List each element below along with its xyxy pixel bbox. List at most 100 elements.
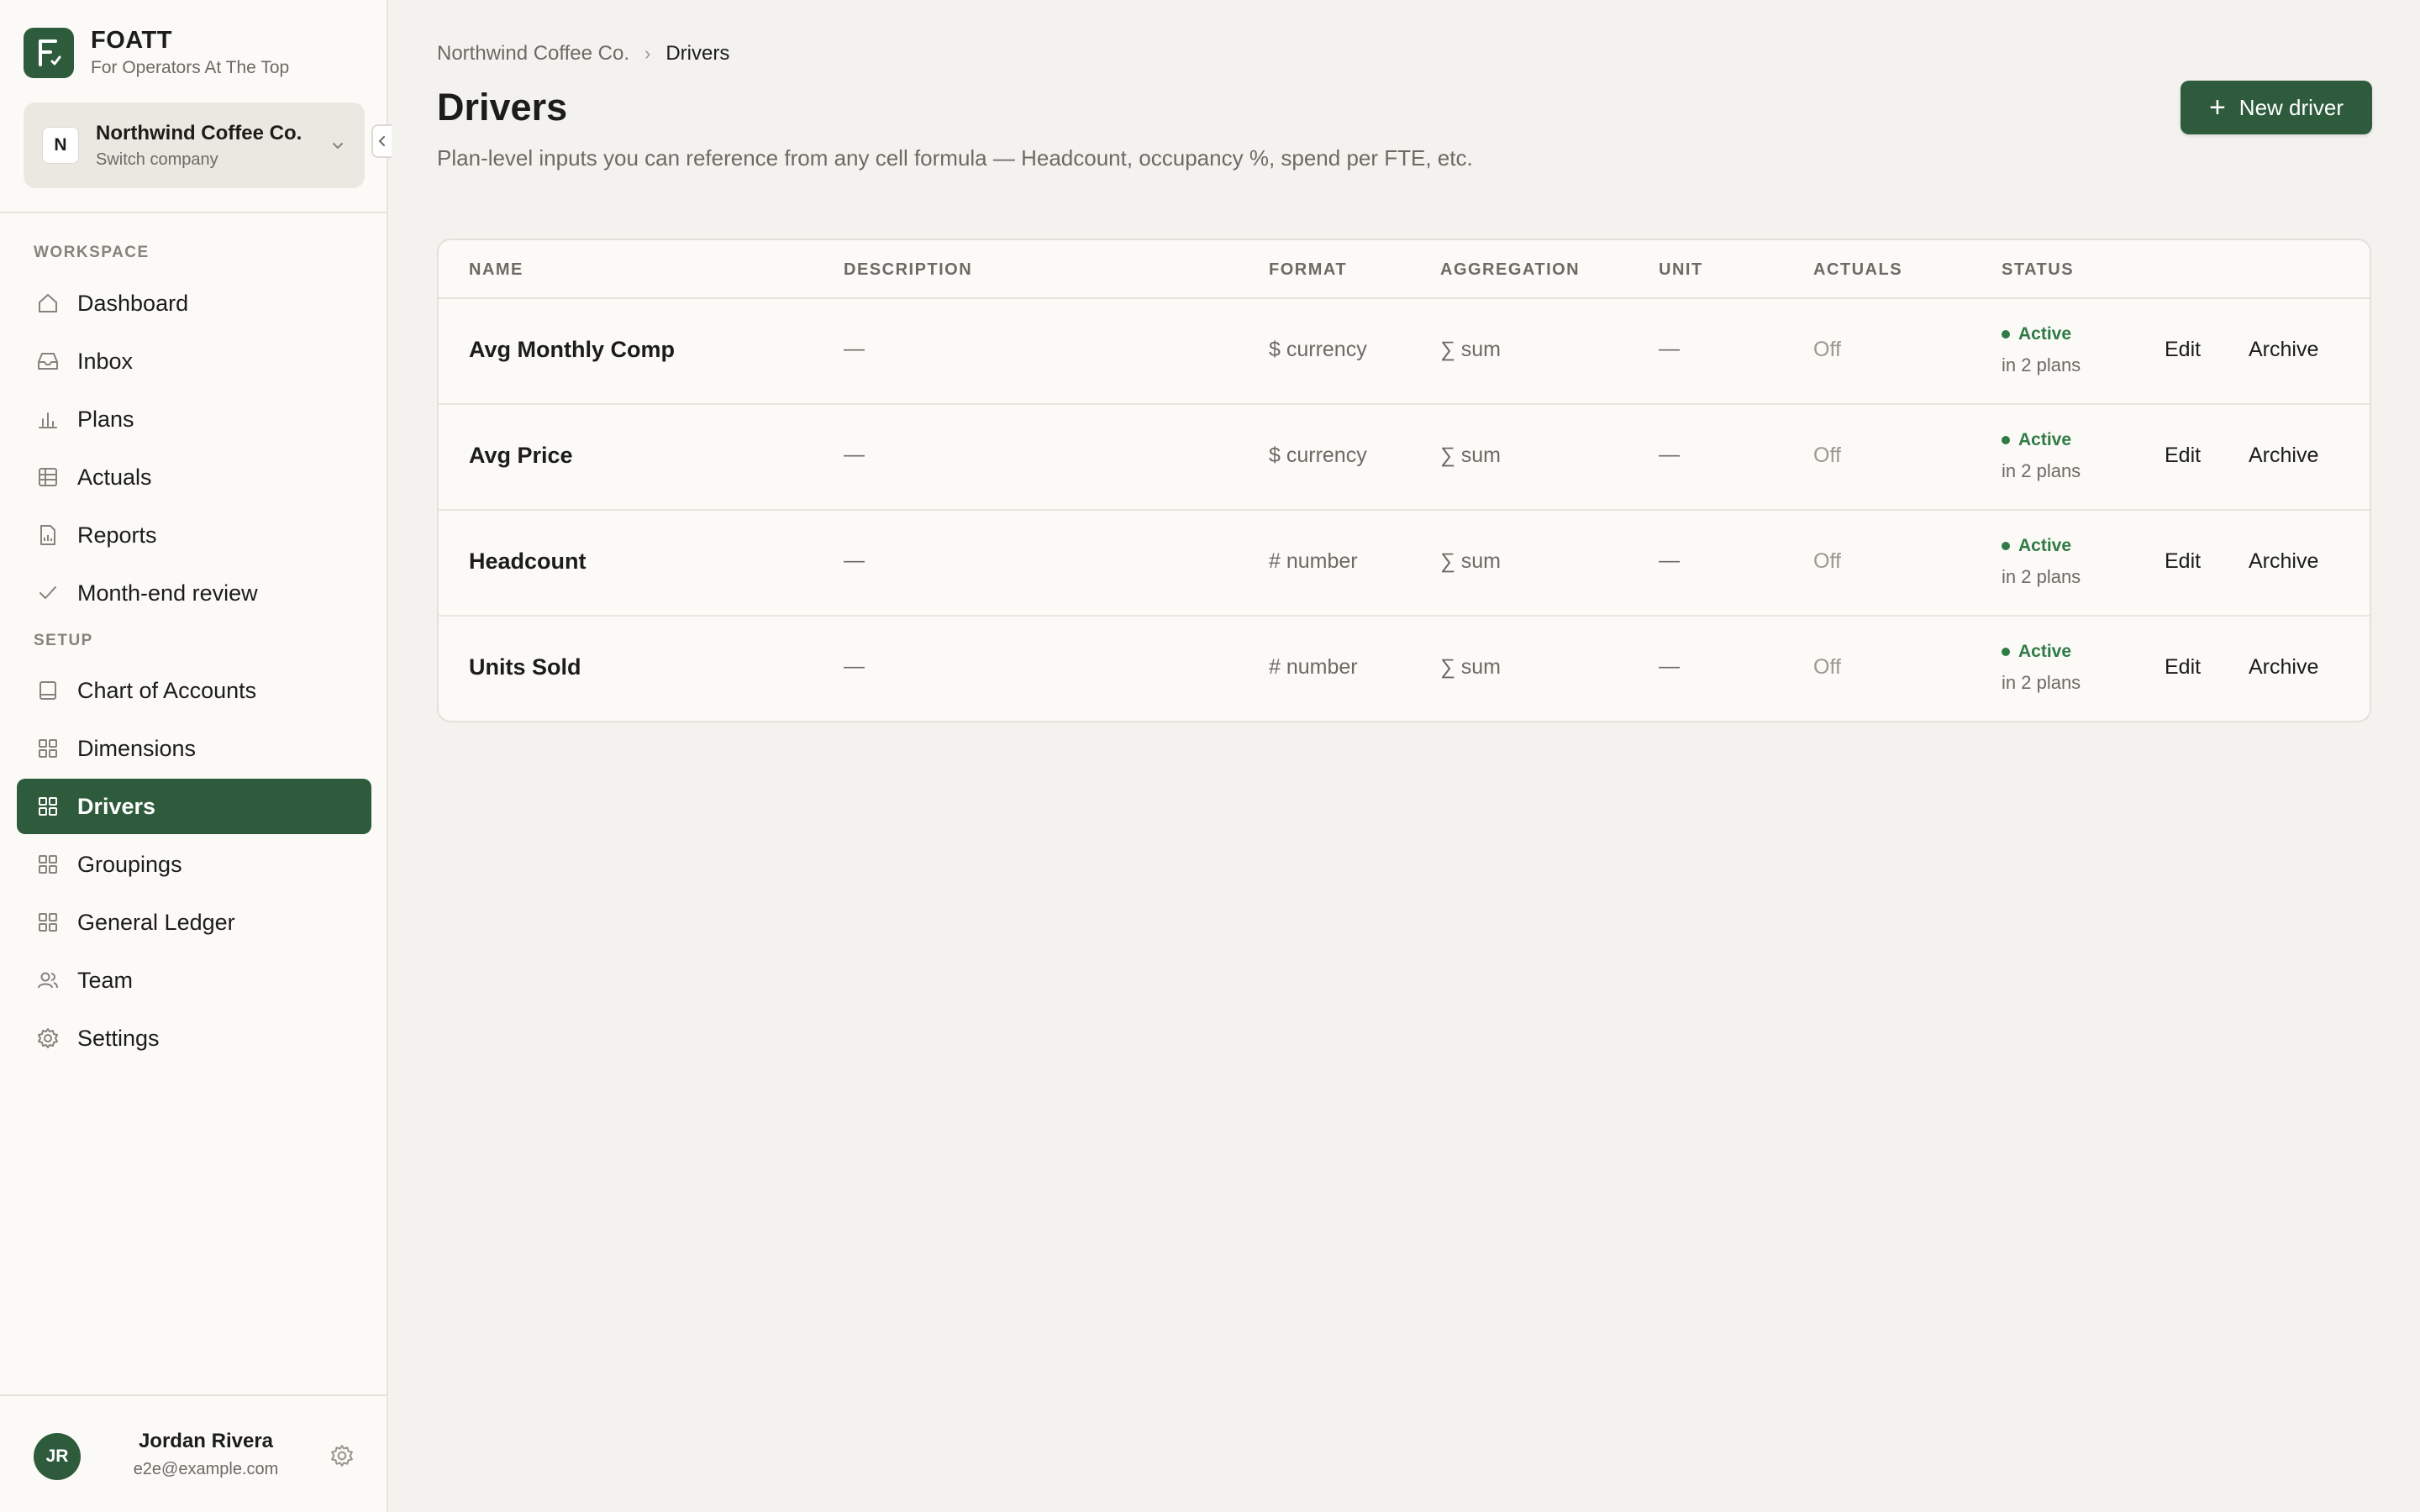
page-description: Plan-level inputs you can reference from… <box>437 145 1473 171</box>
driver-description: — <box>844 654 865 678</box>
new-driver-button[interactable]: + New driver <box>2181 81 2372 134</box>
nav-item-actuals[interactable]: Actuals <box>17 449 371 505</box>
status-plan-count: in 2 plans <box>2002 460 2081 481</box>
driver-unit: — <box>1659 443 1680 466</box>
column-header-aggregation: AGGREGATION <box>1440 260 1581 279</box>
brand-tagline: For Operators At The Top <box>91 58 290 77</box>
nav-item-general-ledger[interactable]: General Ledger <box>17 895 371 950</box>
bar-chart-icon <box>35 407 60 432</box>
nav-label-plans: Plans <box>77 406 134 432</box>
archive-button[interactable]: Archive <box>2249 655 2318 680</box>
driver-format: # number <box>1269 655 1358 679</box>
drivers-table: NAME DESCRIPTION FORMAT AGGREGATION UNIT… <box>437 239 2371 722</box>
status-dot-icon <box>2002 330 2010 339</box>
nav-label-month-end-review: Month-end review <box>77 580 258 606</box>
status-badge: Active in 2 plans <box>2002 324 2081 376</box>
report-icon <box>35 522 60 548</box>
nav-item-groupings[interactable]: Groupings <box>17 837 371 892</box>
breadcrumb-separator: › <box>644 43 651 64</box>
company-name: Northwind Coffee Co. <box>96 121 302 144</box>
driver-description: — <box>844 549 865 572</box>
driver-actuals: Off <box>1813 655 1841 679</box>
avatar[interactable]: JR <box>34 1433 81 1480</box>
driver-actuals: Off <box>1813 338 1841 361</box>
edit-button[interactable]: Edit <box>2165 338 2201 362</box>
brand-logo-icon <box>24 27 74 78</box>
nav-item-dashboard[interactable]: Dashboard <box>17 276 371 331</box>
user-name: Jordan Rivera <box>138 1430 274 1452</box>
edit-button[interactable]: Edit <box>2165 549 2201 574</box>
user-settings-button[interactable] <box>329 1443 356 1470</box>
nav-item-settings[interactable]: Settings <box>17 1011 371 1066</box>
setup-section-label: SETUP <box>34 632 93 649</box>
table-row[interactable]: Avg Price — $ currency ∑ sum — Off Activ… <box>439 405 2370 511</box>
driver-unit: — <box>1659 654 1680 678</box>
driver-name: Avg Price <box>469 443 573 468</box>
table-icon <box>35 465 60 490</box>
driver-format: $ currency <box>1269 444 1367 467</box>
nav-label-drivers: Drivers <box>77 793 156 819</box>
nav-label-actuals: Actuals <box>77 464 152 490</box>
status-label: Active <box>2018 642 2072 661</box>
users-icon <box>35 968 60 993</box>
switch-company-label: Switch company <box>96 150 218 169</box>
driver-aggregation: ∑ sum <box>1440 444 1501 467</box>
nav-item-reports[interactable]: Reports <box>17 507 371 563</box>
nav-item-plans[interactable]: Plans <box>17 391 371 447</box>
driver-aggregation: ∑ sum <box>1440 338 1501 361</box>
archive-button[interactable]: Archive <box>2249 549 2318 574</box>
driver-name: Headcount <box>469 549 587 574</box>
archive-button[interactable]: Archive <box>2249 338 2318 362</box>
nav-item-inbox[interactable]: Inbox <box>17 333 371 389</box>
book-icon <box>35 678 60 703</box>
column-header-status: STATUS <box>2002 260 2075 279</box>
nav-item-month-end-review[interactable]: Month-end review <box>17 565 371 621</box>
status-label: Active <box>2018 536 2072 555</box>
gear-icon <box>331 1445 353 1467</box>
table-row[interactable]: Headcount — # number ∑ sum — Off Active … <box>439 511 2370 617</box>
status-plan-count: in 2 plans <box>2002 566 2081 587</box>
driver-unit: — <box>1659 549 1680 572</box>
chevron-down-icon <box>333 143 343 149</box>
grid-icon <box>35 794 60 819</box>
archive-button[interactable]: Archive <box>2249 444 2318 468</box>
nav-label-dimensions: Dimensions <box>77 735 197 761</box>
company-switcher[interactable]: N Northwind Coffee Co. Switch company <box>24 102 365 188</box>
main-content: Northwind Coffee Co. › Drivers Drivers P… <box>388 0 2420 1512</box>
sidebar: FOATT For Operators At The Top N Northwi… <box>0 0 392 1512</box>
breadcrumb-company-link[interactable]: Northwind Coffee Co. <box>437 42 629 66</box>
status-plan-count: in 2 plans <box>2002 672 2081 693</box>
home-icon <box>35 291 60 316</box>
driver-actuals: Off <box>1813 549 1841 573</box>
column-header-actuals: ACTUALS <box>1813 260 1903 279</box>
nav-item-dimensions[interactable]: Dimensions <box>17 721 371 776</box>
nav-item-drivers[interactable]: Drivers <box>17 779 371 834</box>
breadcrumb: Northwind Coffee Co. › Drivers <box>437 42 729 66</box>
nav-label-reports: Reports <box>77 522 157 548</box>
user-profile: JR Jordan Rivera e2e@example.com <box>0 1394 388 1512</box>
status-dot-icon <box>2002 648 2010 656</box>
table-row[interactable]: Units Sold — # number ∑ sum — Off Active… <box>439 617 2370 721</box>
driver-aggregation: ∑ sum <box>1440 655 1501 679</box>
status-dot-icon <box>2002 542 2010 550</box>
brand: FOATT For Operators At The Top <box>24 27 289 78</box>
edit-button[interactable]: Edit <box>2165 444 2201 468</box>
column-header-name[interactable]: NAME <box>469 260 523 280</box>
nav-item-chart-of-accounts[interactable]: Chart of Accounts <box>17 663 371 718</box>
status-label: Active <box>2018 430 2072 449</box>
driver-description: — <box>844 337 865 360</box>
driver-format: # number <box>1269 549 1358 573</box>
table-row[interactable]: Avg Monthly Comp — $ currency ∑ sum — Of… <box>439 299 2370 405</box>
sidebar-divider <box>0 212 388 213</box>
grid-icon <box>35 852 60 877</box>
driver-format: $ currency <box>1269 338 1367 361</box>
gear-icon <box>35 1026 60 1051</box>
column-header-format: FORMAT <box>1269 260 1348 279</box>
grid-icon <box>35 736 60 761</box>
edit-button[interactable]: Edit <box>2165 655 2201 680</box>
nav-item-team[interactable]: Team <box>17 953 371 1008</box>
grid-icon <box>35 910 60 935</box>
inbox-icon <box>35 349 60 374</box>
status-badge: Active in 2 plans <box>2002 430 2081 482</box>
plus-icon: + <box>2208 92 2226 123</box>
